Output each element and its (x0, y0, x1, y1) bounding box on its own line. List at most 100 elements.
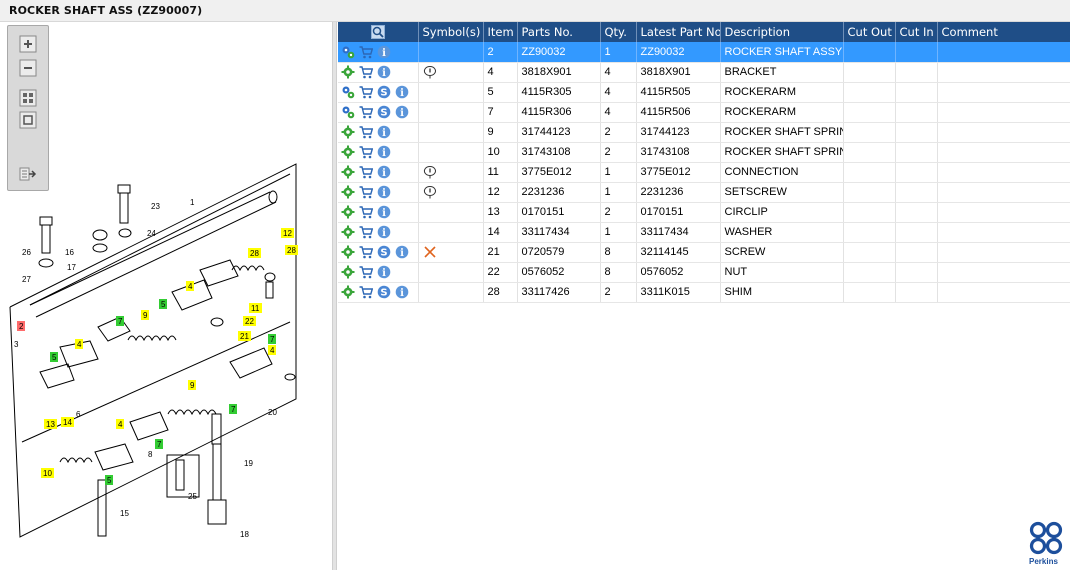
column-header-comment[interactable]: Comment (937, 22, 1070, 42)
callout-label-22[interactable]: 22 (243, 316, 256, 326)
gear-icon[interactable] (341, 65, 355, 79)
gear-icon[interactable] (341, 185, 355, 199)
callout-label-4[interactable]: 4 (186, 281, 194, 291)
callout-label-2[interactable]: 2 (17, 321, 25, 331)
gear-icon[interactable] (341, 265, 355, 279)
callout-label-4[interactable]: 4 (116, 419, 124, 429)
info-icon[interactable]: i (377, 185, 391, 199)
table-row[interactable]: i 4 3818X901 4 3818X901 BRACKET (338, 62, 1070, 83)
callout-label-4[interactable]: 4 (75, 339, 83, 349)
assembly-gears-icon[interactable] (341, 45, 355, 59)
callout-label-7[interactable]: 7 (155, 439, 163, 449)
supersession-icon[interactable]: S (377, 285, 391, 299)
info-icon[interactable]: i (377, 65, 391, 79)
callout-label-28[interactable]: 28 (285, 245, 298, 255)
info-icon[interactable]: i (395, 105, 409, 119)
column-header-tools[interactable] (338, 22, 419, 42)
callout-label-9[interactable]: 9 (188, 380, 196, 390)
callout-label-7[interactable]: 7 (268, 334, 276, 344)
table-row[interactable]: i 13 0170151 2 0170151 CIRCLIP (338, 202, 1070, 223)
callout-label-28[interactable]: 28 (248, 248, 261, 258)
shopping-cart-icon[interactable] (359, 85, 373, 99)
column-header-cut-out[interactable]: Cut Out (843, 22, 896, 42)
shopping-cart-icon[interactable] (359, 265, 373, 279)
supersession-icon[interactable]: S (377, 85, 391, 99)
callout-label-7[interactable]: 7 (116, 316, 124, 326)
callout-label-14[interactable]: 14 (61, 417, 74, 427)
note-balloon-icon[interactable] (423, 165, 437, 179)
callout-label-5[interactable]: 5 (50, 352, 58, 362)
shopping-cart-icon[interactable] (359, 45, 373, 59)
callout-label-7[interactable]: 7 (229, 404, 237, 414)
shopping-cart-icon[interactable] (359, 225, 373, 239)
callout-label-10[interactable]: 10 (41, 468, 54, 478)
callout-label-11[interactable]: 11 (249, 303, 262, 313)
info-icon[interactable]: i (377, 205, 391, 219)
callout-label-5[interactable]: 5 (105, 475, 113, 485)
callout-label-9[interactable]: 9 (141, 310, 149, 320)
table-row[interactable]: i 12 2231236 1 2231236 SETSCREW (338, 182, 1070, 203)
shopping-cart-icon[interactable] (359, 125, 373, 139)
gear-icon[interactable] (341, 205, 355, 219)
assembly-gears-icon[interactable] (341, 85, 355, 99)
assembly-gears-icon[interactable] (341, 105, 355, 119)
gear-icon[interactable] (341, 285, 355, 299)
shopping-cart-icon[interactable] (359, 165, 373, 179)
table-row[interactable]: i2ZZ900321ZZ90032ROCKER SHAFT ASSY - M (338, 42, 1070, 63)
note-balloon-icon[interactable] (423, 185, 437, 199)
info-icon[interactable]: i (377, 165, 391, 179)
info-icon[interactable]: i (377, 45, 391, 59)
fit-all-icon[interactable] (18, 88, 38, 108)
supersession-icon[interactable]: S (377, 105, 391, 119)
shopping-cart-icon[interactable] (359, 65, 373, 79)
export-icon[interactable] (18, 164, 38, 184)
search-parts-icon[interactable] (371, 25, 386, 40)
table-row[interactable]: i 10 31743108 2 31743108 ROCKER SHAFT SPRING (338, 142, 1070, 163)
table-row[interactable]: Si 21 0720579 8 32114145 SCREW (338, 242, 1070, 263)
gear-icon[interactable] (341, 165, 355, 179)
info-icon[interactable]: i (395, 85, 409, 99)
info-icon[interactable]: i (395, 245, 409, 259)
shopping-cart-icon[interactable] (359, 245, 373, 259)
callout-label-13[interactable]: 13 (44, 419, 57, 429)
info-icon[interactable]: i (395, 285, 409, 299)
gear-icon[interactable] (341, 225, 355, 239)
supersession-icon[interactable]: S (377, 245, 391, 259)
table-row[interactable]: Si 7 4115R306 4 4115R506 ROCKERARM (338, 102, 1070, 123)
shopping-cart-icon[interactable] (359, 205, 373, 219)
column-header-qty[interactable]: Qty. (600, 22, 637, 42)
table-row[interactable]: i 11 3775E012 1 3775E012 CONNECTION (338, 162, 1070, 183)
shopping-cart-icon[interactable] (359, 145, 373, 159)
table-row[interactable]: Si 5 4115R305 4 4115R505 ROCKERARM (338, 82, 1070, 103)
fit-window-icon[interactable] (18, 110, 38, 130)
exploded-view-drawing[interactable]: 12344445556777789910111213 14151617181920… (0, 22, 332, 570)
column-header-symbol-s[interactable]: Symbol(s) (418, 22, 484, 42)
table-row[interactable]: Si 28 33117426 2 3311K015 SHIM (338, 282, 1070, 303)
callout-label-12[interactable]: 12 (281, 228, 294, 238)
callout-label-4[interactable]: 4 (268, 345, 276, 355)
column-header-cut-in[interactable]: Cut In (895, 22, 938, 42)
gear-icon[interactable] (341, 245, 355, 259)
column-header-parts-no[interactable]: Parts No. (517, 22, 601, 42)
table-row[interactable]: i 9 31744123 2 31744123 ROCKER SHAFT SPRING (338, 122, 1070, 143)
note-balloon-icon[interactable] (423, 65, 437, 79)
table-row[interactable]: i 14 33117434 1 33117434 WASHER (338, 222, 1070, 243)
drawing-pane[interactable]: 1 2 3 4 4 4 4 5 5 5 6 7 7 7 7 8 9 9 10 11 12 13 14 15 16 17 18 19 20… (0, 22, 332, 570)
info-icon[interactable]: i (377, 225, 391, 239)
gear-icon[interactable] (341, 125, 355, 139)
callout-label-21[interactable]: 21 (238, 331, 251, 341)
info-icon[interactable]: i (377, 265, 391, 279)
callout-label-5[interactable]: 5 (159, 299, 167, 309)
zoom-out-icon[interactable] (18, 58, 38, 78)
cross-icon[interactable] (423, 245, 437, 259)
shopping-cart-icon[interactable] (359, 105, 373, 119)
table-row[interactable]: i 22 0576052 8 0576052 NUT (338, 262, 1070, 283)
info-icon[interactable]: i (377, 145, 391, 159)
zoom-in-icon[interactable] (18, 34, 38, 54)
info-icon[interactable]: i (377, 125, 391, 139)
gear-icon[interactable] (341, 145, 355, 159)
shopping-cart-icon[interactable] (359, 185, 373, 199)
column-header-latest-part-no[interactable]: Latest Part No. (636, 22, 721, 42)
column-header-item[interactable]: Item (483, 22, 518, 42)
shopping-cart-icon[interactable] (359, 285, 373, 299)
